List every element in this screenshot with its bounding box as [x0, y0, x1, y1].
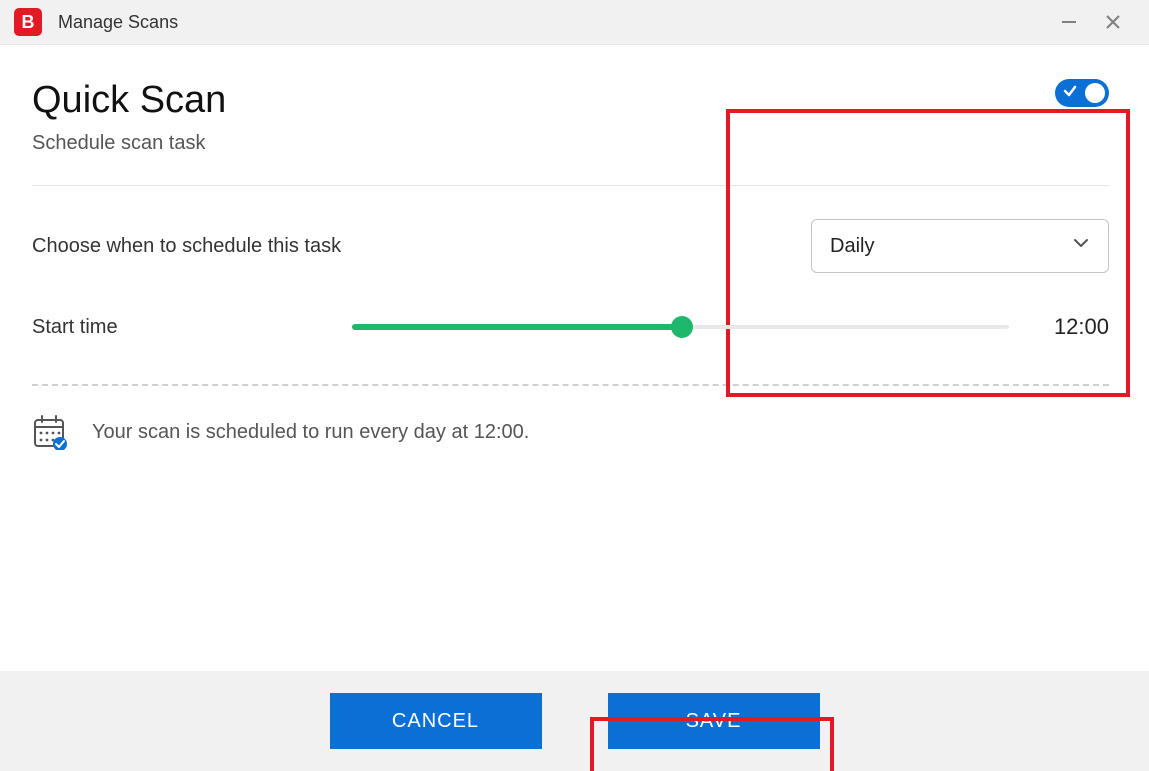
start-time-slider[interactable]	[352, 323, 1009, 331]
cancel-button[interactable]: CANCEL	[330, 693, 542, 749]
toggle-knob	[1085, 83, 1105, 103]
enable-schedule-toggle[interactable]	[1055, 79, 1109, 107]
save-button[interactable]: SAVE	[608, 693, 820, 749]
frequency-row: Choose when to schedule this task Daily	[32, 218, 1109, 274]
page-subtitle: Schedule scan task	[32, 132, 226, 155]
slider-fill	[352, 324, 681, 330]
app-icon: B	[14, 8, 42, 36]
summary-row: Your scan is scheduled to run every day …	[32, 414, 1109, 450]
close-icon	[1105, 14, 1121, 30]
frequency-select[interactable]: Daily	[811, 219, 1109, 273]
start-time-value: 12:00	[1039, 314, 1109, 340]
content: Quick Scan Schedule scan task Choose whe…	[0, 45, 1149, 671]
slider-thumb[interactable]	[671, 316, 693, 338]
minimize-button[interactable]	[1047, 7, 1091, 37]
titlebar: B Manage Scans	[0, 0, 1149, 45]
toggle-wrap	[1055, 79, 1109, 107]
check-icon	[1063, 84, 1077, 103]
header-text-block: Quick Scan Schedule scan task	[32, 79, 226, 155]
summary-text: Your scan is scheduled to run every day …	[92, 421, 529, 444]
window: B Manage Scans Quick Scan Schedule scan …	[0, 0, 1149, 771]
dashed-separator	[32, 384, 1109, 386]
minimize-icon	[1060, 13, 1078, 31]
start-time-row: Start time 12:00	[32, 314, 1109, 340]
separator	[32, 185, 1109, 186]
frequency-selected-value: Daily	[830, 235, 874, 258]
app-letter: B	[22, 12, 35, 33]
footer: CANCEL SAVE	[0, 671, 1149, 771]
page-title: Quick Scan	[32, 79, 226, 122]
chevron-down-icon	[1072, 234, 1090, 258]
close-button[interactable]	[1091, 7, 1135, 37]
start-time-label: Start time	[32, 316, 352, 339]
window-title: Manage Scans	[58, 12, 178, 33]
header-row: Quick Scan Schedule scan task	[32, 79, 1109, 155]
calendar-scheduled-icon	[32, 414, 68, 450]
frequency-label: Choose when to schedule this task	[32, 235, 341, 258]
